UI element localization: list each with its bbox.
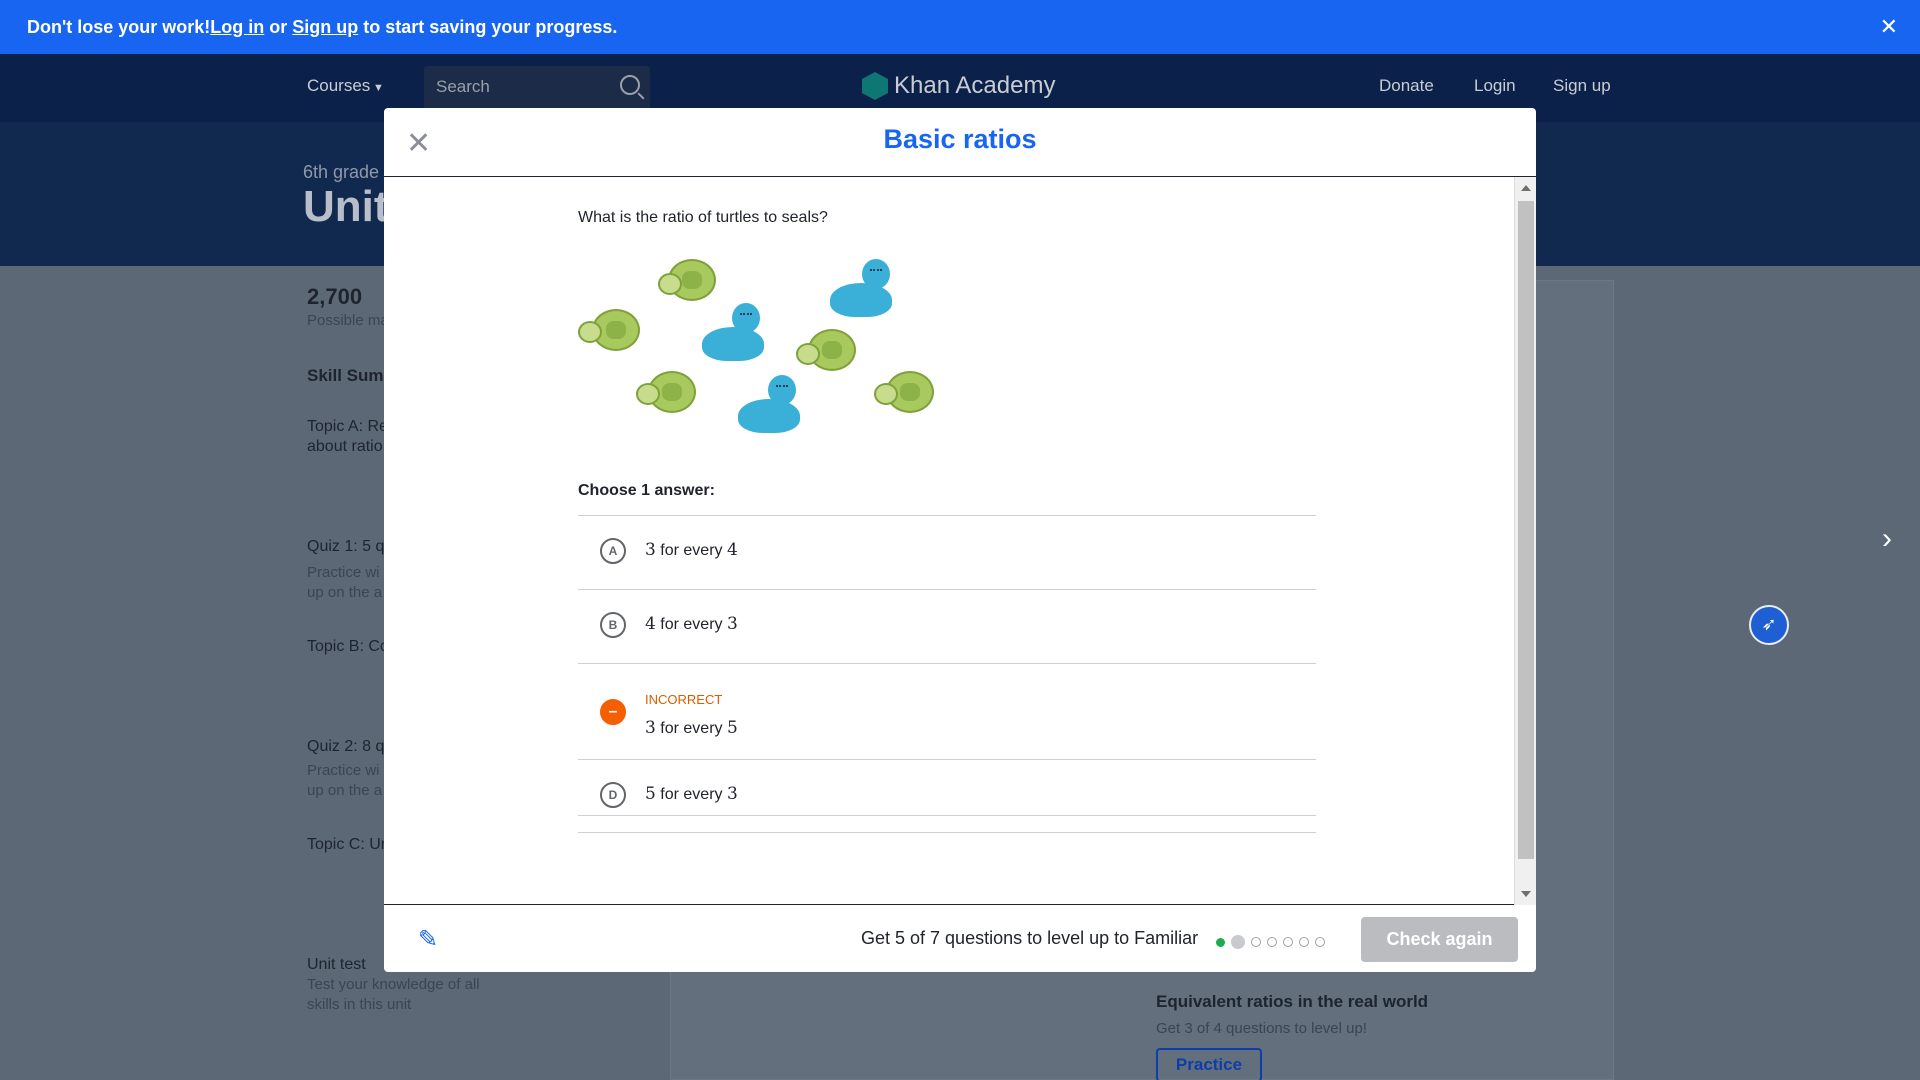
equiv-ratios-desc: Get 3 of 4 questions to level up!	[1156, 1020, 1367, 1037]
incorrect-status: INCORRECT	[645, 692, 723, 707]
progress-dot	[1267, 937, 1277, 947]
progress-dot	[1283, 937, 1293, 947]
choice-letter: D	[600, 782, 626, 808]
close-icon[interactable]: ✕	[1880, 14, 1898, 40]
minus-icon: –	[600, 699, 626, 725]
scratchpad-icon[interactable]: ✎	[418, 925, 446, 953]
scroll-down-icon[interactable]	[1521, 891, 1531, 897]
choice-text: 3 for every 5	[645, 718, 738, 738]
progress-dot	[1251, 937, 1261, 947]
scrollbar[interactable]	[1514, 177, 1536, 905]
quiz2-desc-1: Practice wi	[307, 762, 380, 779]
choice-c-first: 3	[645, 718, 656, 738]
choice-c-second: 5	[726, 718, 738, 738]
choice-text: 5 for every 3	[645, 784, 738, 804]
choice-b-second: 3	[726, 614, 738, 634]
turtles-seals-image	[578, 259, 948, 439]
progress-dot	[1216, 937, 1225, 947]
search-icon[interactable]	[620, 75, 640, 95]
quiz1-desc-1: Practice wi	[307, 564, 380, 581]
banner-login-link[interactable]: Log in	[210, 17, 264, 38]
choice-b-first: 4	[645, 614, 656, 634]
modal-title: Basic ratios	[883, 124, 1037, 154]
topic-c-title[interactable]: Topic C: Ur	[307, 836, 386, 854]
choice-a-first: 3	[645, 540, 656, 560]
banner-text-pre: Don't lose your work!	[27, 16, 211, 37]
choice-letter: B	[600, 612, 626, 638]
exercise-modal: ✕ Basic ratios What is the ratio of turt…	[384, 108, 1536, 972]
quiz2-desc-2: up on the a	[307, 782, 383, 799]
hero-subtitle: 6th grade	[303, 162, 380, 182]
choice-text: 3 for every 4	[645, 540, 738, 560]
banner-signup-link[interactable]: Sign up	[292, 17, 358, 38]
unit-test-desc-1: Test your knowledge of all	[307, 976, 480, 993]
signup-banner: Don't lose your work! Log in or Sign up …	[0, 0, 1920, 54]
practice-button[interactable]: Practice	[1156, 1048, 1262, 1080]
choose-label: Choose 1 answer:	[578, 482, 715, 499]
choice-b[interactable]: B 4 for every 3	[578, 590, 1316, 664]
choice-c[interactable]: – INCORRECT 3 for every 5	[578, 664, 1316, 760]
check-again-button[interactable]: Check again	[1361, 917, 1518, 962]
divider	[578, 815, 1316, 816]
levelup-text: Get 5 of 7 questions to level up to Fami…	[861, 928, 1199, 948]
khan-logo-icon	[862, 72, 888, 100]
topic-b-title[interactable]: Topic B: Co	[307, 638, 389, 656]
search-placeholder: Search	[436, 77, 490, 96]
unit-test-desc-2: skills in this unit	[307, 996, 412, 1013]
unit-test-title[interactable]: Unit test	[307, 956, 366, 974]
login-link[interactable]: Login	[1474, 76, 1516, 96]
topic-a-line1[interactable]: Topic A: Re	[307, 418, 388, 436]
scroll-thumb[interactable]	[1518, 201, 1534, 859]
choice-d[interactable]: D 5 for every 3	[578, 760, 1316, 833]
choice-text: 4 for every 3	[645, 614, 738, 634]
progress-dots	[1216, 935, 1325, 949]
banner-text-post: to start saving your progress.	[358, 16, 618, 37]
progress-dot	[1231, 935, 1245, 949]
search-input[interactable]: Search	[424, 66, 650, 110]
scroll-up-icon[interactable]	[1521, 185, 1531, 191]
logo[interactable]: Khan Academy	[862, 72, 1055, 100]
courses-menu[interactable]: Courses	[307, 76, 370, 96]
quiz1-title[interactable]: Quiz 1: 5 q	[307, 538, 384, 556]
hero-title: Unit	[303, 182, 389, 231]
choice-a-second: 4	[726, 540, 738, 560]
rocket-icon[interactable]: ➶	[1749, 605, 1789, 645]
chevron-right-icon[interactable]: ›	[1882, 522, 1892, 556]
question-text: What is the ratio of turtles to seals?	[578, 209, 828, 226]
modal-body: What is the ratio of turtles to seals? C…	[384, 177, 1514, 905]
choice-b-mid: for every	[655, 616, 727, 633]
modal-header: ✕ Basic ratios	[384, 108, 1536, 177]
choice-c-mid: for every	[655, 720, 727, 737]
choice-letter: A	[600, 538, 626, 564]
choice-d-first: 5	[645, 784, 656, 804]
choice-d-mid: for every	[655, 786, 727, 803]
chevron-down-icon: ▼	[373, 82, 384, 94]
signup-link[interactable]: Sign up	[1553, 76, 1611, 96]
choice-a[interactable]: A 3 for every 4	[578, 516, 1316, 590]
points-label: Possible ma	[307, 312, 389, 329]
choice-d-second: 3	[726, 784, 738, 804]
quiz2-title[interactable]: Quiz 2: 8 q	[307, 738, 384, 756]
topic-a-line2[interactable]: about ratio	[307, 438, 383, 456]
progress-dot	[1315, 937, 1325, 947]
modal-footer: ✎ Get 5 of 7 questions to level up to Fa…	[384, 905, 1536, 972]
logo-text: Khan Academy	[894, 72, 1056, 99]
banner-text-mid: or	[264, 16, 293, 37]
progress-dot	[1299, 937, 1309, 947]
choice-a-mid: for every	[655, 542, 727, 559]
points-value: 2,700	[307, 284, 363, 309]
equiv-ratios-title[interactable]: Equivalent ratios in the real world	[1156, 992, 1428, 1012]
answer-choices: A 3 for every 4 B 4 for every 3 – INCORR…	[578, 515, 1316, 833]
quiz1-desc-2: up on the a	[307, 584, 383, 601]
donate-link[interactable]: Donate	[1379, 76, 1434, 96]
